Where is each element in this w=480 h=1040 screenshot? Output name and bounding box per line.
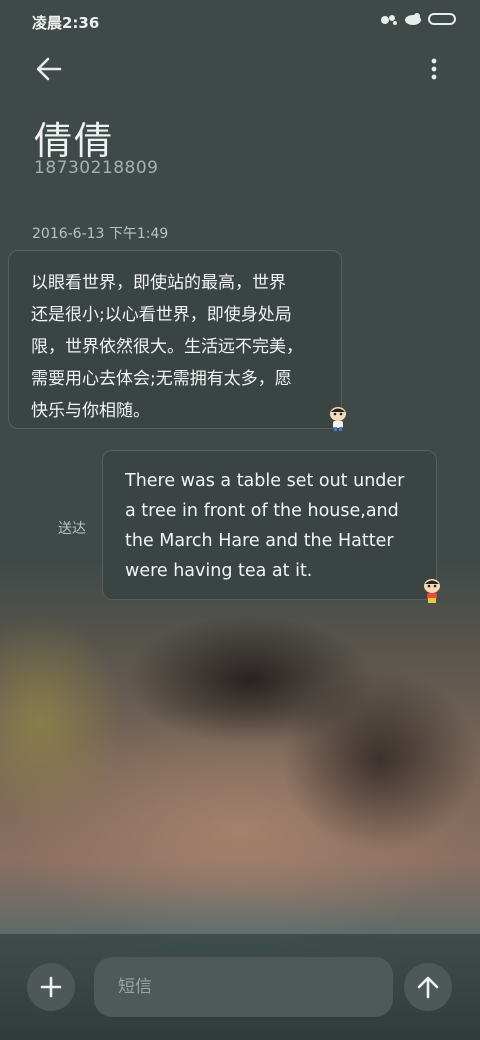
contact-number: 18730218809 [34, 158, 159, 178]
outgoing-message-bubble[interactable]: There was a table set out under a tree i… [102, 450, 437, 600]
status-icons [380, 12, 456, 26]
composer-bar [0, 934, 480, 1040]
message-line: 限，世界依然很大。生活远不完美， [31, 337, 303, 357]
notification-icon [381, 15, 397, 25]
more-options-button[interactable] [424, 54, 444, 84]
message-input[interactable] [94, 957, 393, 1017]
delivery-status: 送达 [58, 521, 86, 537]
app-notification-icon [405, 13, 421, 25]
message-line: 需要用心去体会;无需拥有太多，愿 [31, 369, 292, 389]
status-bar: 凌晨2:36 [0, 0, 480, 44]
arrow-up-icon [417, 976, 439, 999]
message-timestamp: 2016-6-13 下午1:49 [32, 226, 169, 242]
add-attachment-button[interactable] [27, 963, 75, 1011]
back-button[interactable] [30, 52, 70, 86]
status-time: 凌晨2:36 [32, 14, 100, 32]
more-vertical-icon [431, 58, 437, 80]
send-button[interactable] [404, 963, 452, 1011]
message-line: 还是很小;以心看世界，即使身处局 [31, 305, 292, 325]
plus-icon [40, 976, 62, 998]
contact-name: 倩倩 [34, 119, 115, 163]
arrow-left-icon [36, 57, 62, 81]
message-line: There was a table set out under [125, 471, 405, 491]
message-line: the March Hare and the Hatter [125, 531, 394, 551]
message-line: 快乐与你相随。 [31, 401, 150, 421]
message-line: were having tea at it. [125, 561, 313, 581]
battery-icon [428, 13, 456, 25]
message-line: 以眼看世界，即使站的最高，世界 [31, 273, 286, 293]
cartoon-sticker-icon [424, 579, 440, 603]
cartoon-sticker-icon [330, 407, 346, 431]
message-line: a tree in front of the house,and [125, 501, 399, 521]
incoming-message-bubble[interactable]: 以眼看世界，即使站的最高，世界 还是很小;以心看世界，即使身处局 限，世界依然很… [8, 250, 342, 429]
